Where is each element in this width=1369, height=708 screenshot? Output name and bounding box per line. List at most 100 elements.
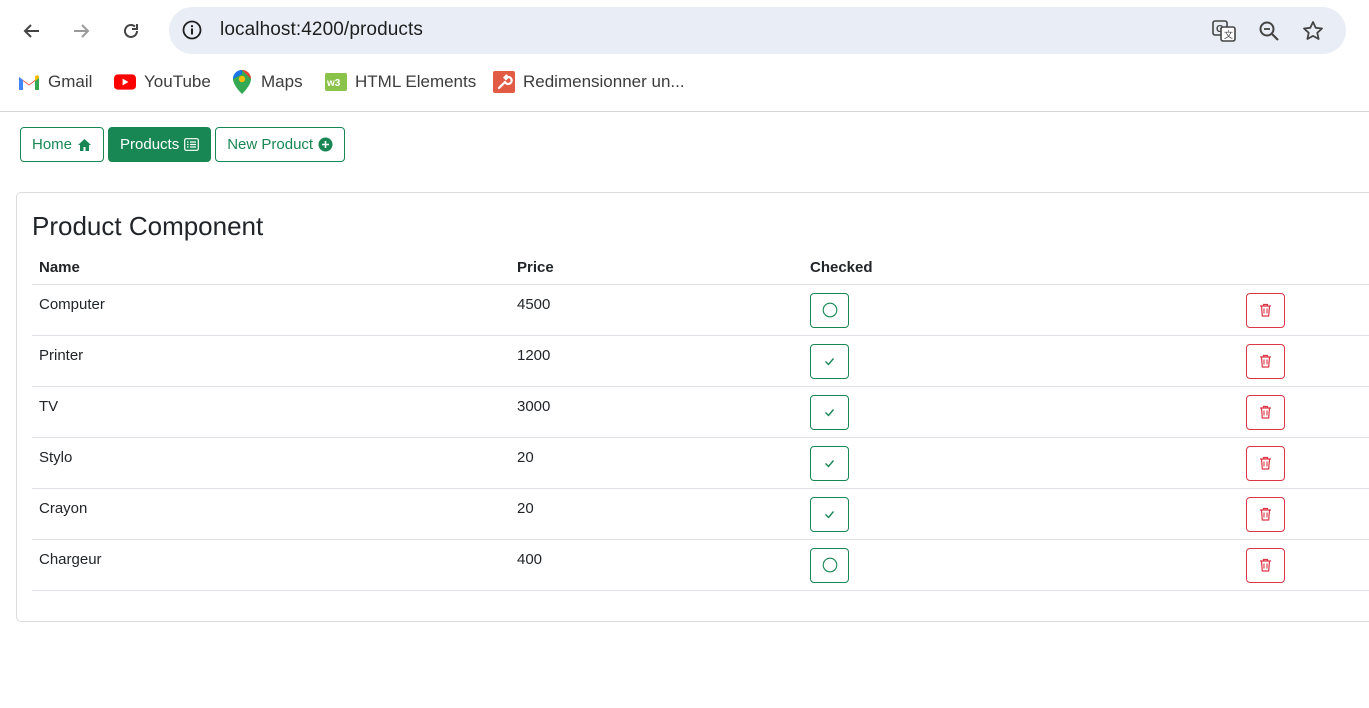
product-price-cell: 3000 — [510, 385, 803, 437]
products-table: Name Price Checked Computer 4500 Printer… — [32, 251, 1369, 591]
header-price: Price — [517, 258, 554, 276]
header-checked: Checked — [810, 258, 873, 276]
new-product-button-label: New Product — [227, 136, 314, 153]
product-name-cell: TV — [32, 385, 510, 437]
site-info-icon[interactable] — [181, 19, 203, 41]
browser-toolbar: localhost:4200/products G文 — [0, 0, 1369, 62]
maps-icon — [231, 70, 253, 94]
reload-button[interactable] — [114, 14, 148, 48]
product-checked-cell — [803, 283, 1239, 335]
product-name-cell: Stylo — [32, 436, 510, 488]
circle-icon — [822, 302, 837, 318]
svg-text:w3: w3 — [326, 78, 341, 89]
product-price-cell: 1200 — [510, 334, 803, 386]
check-icon — [825, 510, 835, 519]
delete-button[interactable] — [1246, 445, 1285, 481]
forward-arrow-icon — [74, 24, 90, 38]
product-actions-cell — [1239, 538, 1369, 591]
check-icon — [825, 357, 835, 366]
bookmark-star-icon[interactable] — [1300, 18, 1326, 44]
gmail-icon — [18, 71, 40, 93]
check-toggle-button[interactable] — [810, 394, 849, 430]
delete-button[interactable] — [1246, 292, 1285, 328]
bookmark-gmail[interactable]: Gmail — [18, 71, 92, 93]
card-title: Product Component — [32, 211, 264, 241]
w3-icon: w3 — [325, 71, 347, 93]
product-actions-cell — [1239, 334, 1369, 386]
circle-icon — [822, 557, 837, 573]
product-name-cell: Crayon — [32, 487, 510, 539]
products-button-label: Products — [120, 136, 180, 153]
header-actions — [1239, 251, 1369, 284]
back-arrow-icon — [23, 24, 39, 38]
url-text[interactable]: localhost:4200/products — [220, 19, 423, 41]
table-row: Printer 1200 — [32, 334, 1369, 386]
product-price-cell: 20 — [510, 436, 803, 488]
product-checked-cell — [803, 538, 1239, 591]
product-price-cell: 400 — [510, 538, 803, 591]
youtube-icon — [114, 71, 136, 93]
home-button-label: Home — [32, 136, 73, 153]
bookmark-youtube[interactable]: YouTube — [114, 71, 211, 93]
new-product-button[interactable]: New Product — [215, 127, 346, 162]
check-toggle-button[interactable] — [810, 547, 849, 583]
check-toggle-button[interactable] — [810, 292, 849, 328]
check-icon — [825, 459, 835, 468]
forward-button[interactable] — [64, 14, 98, 48]
bookmark-redimensionner[interactable]: Redimensionner un... — [493, 71, 685, 93]
table-header-row: Name Price Checked — [32, 251, 1369, 284]
house-icon — [77, 137, 92, 152]
translate-icon[interactable]: G文 — [1211, 18, 1237, 44]
bookmark-maps[interactable]: Maps — [231, 70, 303, 94]
trash-icon — [1260, 456, 1271, 470]
check-toggle-button[interactable] — [810, 445, 849, 481]
table-row: Stylo 20 — [32, 436, 1369, 488]
zoom-icon[interactable] — [1256, 18, 1282, 44]
home-button[interactable]: Home — [20, 127, 105, 162]
product-checked-cell — [803, 385, 1239, 437]
product-actions-cell — [1239, 385, 1369, 437]
check-icon — [825, 408, 835, 417]
bookmark-label: Redimensionner un... — [523, 72, 685, 91]
reload-icon — [124, 23, 138, 38]
bookmark-label: Gmail — [48, 72, 93, 91]
check-toggle-button[interactable] — [810, 343, 849, 379]
bookmarks-bar: Gmail YouTube Maps w3 HTML Elements Redi… — [0, 62, 1369, 102]
product-checked-cell — [803, 334, 1239, 386]
delete-button[interactable] — [1246, 496, 1285, 532]
trash-icon — [1260, 354, 1271, 368]
bookmark-label: HTML Elements — [355, 72, 477, 91]
delete-button[interactable] — [1246, 343, 1285, 379]
bookmark-label: YouTube — [144, 72, 211, 91]
products-button[interactable]: Products — [108, 127, 212, 162]
app-nav: Home Products New Product — [20, 127, 346, 162]
card-list-icon — [184, 137, 200, 152]
product-name-cell: Computer — [32, 283, 510, 335]
product-checked-cell — [803, 487, 1239, 539]
delete-button[interactable] — [1246, 394, 1285, 430]
product-name-cell: Printer — [32, 334, 510, 386]
product-checked-cell — [803, 436, 1239, 488]
table-row: TV 3000 — [32, 385, 1369, 437]
product-name-cell: Chargeur — [32, 538, 510, 591]
product-actions-cell — [1239, 283, 1369, 335]
bookmark-label: Maps — [261, 72, 303, 91]
table-row: Chargeur 400 — [32, 538, 1369, 591]
trash-icon — [1260, 303, 1271, 317]
trash-icon — [1260, 558, 1271, 572]
product-price-cell: 4500 — [510, 283, 803, 335]
delete-button[interactable] — [1246, 547, 1285, 583]
trash-icon — [1260, 507, 1271, 521]
check-toggle-button[interactable] — [810, 496, 849, 532]
svg-text:文: 文 — [1224, 29, 1233, 40]
bookmark-html-elements[interactable]: w3 HTML Elements — [325, 71, 476, 93]
back-button[interactable] — [15, 14, 49, 48]
product-actions-cell — [1239, 487, 1369, 539]
header-name: Name — [39, 258, 80, 276]
chrome-divider — [0, 111, 1369, 112]
product-card: Product Component Name Price Checked Com… — [16, 192, 1369, 622]
table-row: Crayon 20 — [32, 487, 1369, 539]
product-price-cell: 20 — [510, 487, 803, 539]
plus-circle-icon — [318, 137, 333, 152]
address-bar[interactable]: localhost:4200/products G文 — [169, 7, 1346, 54]
